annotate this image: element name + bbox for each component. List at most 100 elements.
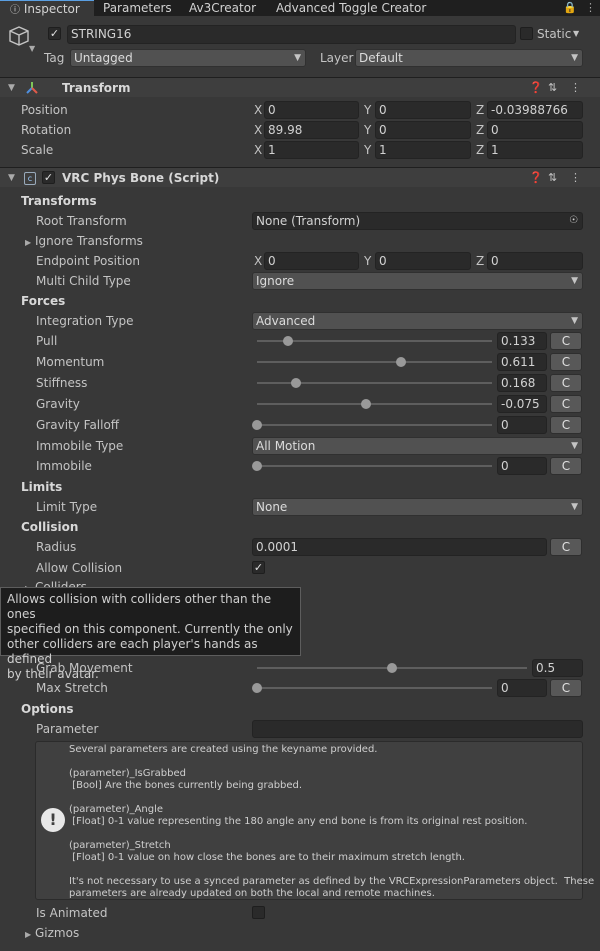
gizmos-foldout[interactable]: ▶ Gizmos xyxy=(25,924,79,942)
root-transform-value: None (Transform) xyxy=(256,214,361,228)
root-transform-field[interactable]: None (Transform) ☉ xyxy=(252,212,583,230)
gravity-falloff-value-field[interactable]: 0 xyxy=(497,416,547,434)
foldout-arrow-icon[interactable]: ▼ xyxy=(8,168,15,188)
object-picker-icon[interactable]: ☉ xyxy=(569,213,578,229)
axis-y-label[interactable]: Y xyxy=(364,141,371,159)
tab-advanced-toggle-creator[interactable]: Advanced Toggle Creator xyxy=(276,0,426,16)
position-x-field[interactable]: 0 xyxy=(264,101,359,119)
scale-y-field[interactable]: 1 xyxy=(375,141,471,159)
stiffness-curve-button[interactable]: C xyxy=(550,374,582,392)
scale-x-field[interactable]: 1 xyxy=(264,141,359,159)
object-name-field[interactable]: STRING16 xyxy=(67,25,516,44)
static-dropdown-arrow[interactable]: ▼ xyxy=(573,29,579,38)
pull-curve-button[interactable]: C xyxy=(550,332,582,350)
physbone-header[interactable]: ▼ c ✓ VRC Phys Bone (Script) ❓ ⇅ ⋮ xyxy=(0,167,600,187)
momentum-slider-track[interactable] xyxy=(257,361,492,363)
presets-icon[interactable]: ⇅ xyxy=(548,168,557,188)
position-label: Position xyxy=(21,103,68,117)
rotation-label: Rotation xyxy=(21,123,72,137)
immobile-curve-button[interactable]: C xyxy=(550,457,582,475)
max-stretch-slider-track[interactable] xyxy=(257,687,492,689)
info-icon: ⓘ xyxy=(10,5,20,16)
immobile-slider-track[interactable] xyxy=(257,465,492,467)
gravity-falloff-slider-track[interactable] xyxy=(257,424,492,426)
multi-child-type-dropdown[interactable]: Ignore ▼ xyxy=(252,272,583,290)
pull-value-field[interactable]: 0.133 xyxy=(497,332,547,350)
axis-z-label[interactable]: Z xyxy=(476,101,484,119)
tab-inspector[interactable]: ⓘ Inspector xyxy=(0,0,94,16)
gravity-curve-button[interactable]: C xyxy=(550,395,582,413)
chevron-down-icon: ▼ xyxy=(571,53,578,63)
tab-av3creator[interactable]: Av3Creator xyxy=(189,0,256,16)
axis-y-label[interactable]: Y xyxy=(364,252,371,270)
chevron-down-icon: ▼ xyxy=(294,53,301,63)
presets-icon[interactable]: ⇅ xyxy=(548,78,557,98)
grab-movement-slider-knob[interactable] xyxy=(387,663,397,673)
axis-x-label[interactable]: X xyxy=(254,101,262,119)
rotation-x-field[interactable]: 89.98 xyxy=(264,121,359,139)
gravity-value-field[interactable]: -0.075 xyxy=(497,395,547,413)
axis-y-label[interactable]: Y xyxy=(364,121,371,139)
help-icon[interactable]: ❓ xyxy=(529,78,543,98)
static-label[interactable]: Static xyxy=(537,25,571,43)
position-y-field[interactable]: 0 xyxy=(375,101,471,119)
rotation-z-field[interactable]: 0 xyxy=(487,121,583,139)
momentum-slider-knob[interactable] xyxy=(395,357,406,367)
endpoint-y-field[interactable]: 0 xyxy=(375,252,471,270)
tag-dropdown[interactable]: Untagged ▼ xyxy=(70,49,306,67)
tab-parameters[interactable]: Parameters xyxy=(103,0,172,16)
stiffness-slider-knob[interactable] xyxy=(291,378,302,388)
parameter-field[interactable] xyxy=(252,720,583,738)
is-animated-checkbox[interactable] xyxy=(252,906,265,919)
momentum-curve-button[interactable]: C xyxy=(550,353,582,371)
axis-z-label[interactable]: Z xyxy=(476,252,484,270)
help-line: [Bool] Are the bones currently being gra… xyxy=(69,780,303,791)
component-enabled-checkbox[interactable]: ✓ xyxy=(42,171,55,184)
grab-movement-value-field[interactable]: 0.5 xyxy=(532,659,583,677)
stiffness-value-field[interactable]: 0.168 xyxy=(497,374,547,392)
limit-type-dropdown[interactable]: None ▼ xyxy=(252,498,583,516)
integration-type-dropdown[interactable]: Advanced ▼ xyxy=(252,312,583,330)
immobile-type-dropdown[interactable]: All Motion ▼ xyxy=(252,437,583,455)
active-checkbox[interactable]: ✓ xyxy=(48,27,61,40)
pull-slider-knob[interactable] xyxy=(283,336,294,346)
gravity-slider-track[interactable] xyxy=(257,403,492,405)
axis-x-label[interactable]: X xyxy=(254,121,262,139)
rotation-y-field[interactable]: 0 xyxy=(375,121,471,139)
allow-collision-checkbox[interactable]: ✓ xyxy=(252,561,265,574)
max-stretch-curve-button[interactable]: C xyxy=(550,679,582,697)
chevron-down-icon: ▼ xyxy=(571,316,578,326)
endpoint-x-field[interactable]: 0 xyxy=(264,252,359,270)
endpoint-z-field[interactable]: 0 xyxy=(487,252,583,270)
scale-z-field[interactable]: 1 xyxy=(487,141,583,159)
position-z-field[interactable]: -0.03988766 xyxy=(487,101,583,119)
gravity-falloff-slider-knob[interactable] xyxy=(252,420,262,430)
lock-icon[interactable]: 🔒 xyxy=(563,1,577,14)
ignore-transforms-foldout[interactable]: ▶ Ignore Transforms xyxy=(25,232,143,250)
layer-dropdown[interactable]: Default ▼ xyxy=(355,49,583,67)
axis-z-label[interactable]: Z xyxy=(476,121,484,139)
momentum-value-field[interactable]: 0.611 xyxy=(497,353,547,371)
chevron-down-icon: ▼ xyxy=(571,276,578,286)
axis-y-label[interactable]: Y xyxy=(364,101,371,119)
static-checkbox[interactable] xyxy=(520,27,533,40)
max-stretch-value-field[interactable]: 0 xyxy=(497,679,547,697)
context-menu-icon[interactable]: ⋮ xyxy=(570,168,581,188)
more-menu-icon[interactable]: ⋮ xyxy=(585,1,596,14)
max-stretch-slider-knob[interactable] xyxy=(252,683,262,693)
immobile-slider-knob[interactable] xyxy=(252,461,262,471)
chevron-down-icon[interactable]: ▼ xyxy=(29,44,35,53)
gravity-slider-knob[interactable] xyxy=(360,399,371,409)
context-menu-icon[interactable]: ⋮ xyxy=(570,78,581,98)
immobile-value-field[interactable]: 0 xyxy=(497,457,547,475)
help-icon[interactable]: ❓ xyxy=(529,168,543,188)
help-line: parameters are already updated on both t… xyxy=(69,888,435,899)
axis-x-label[interactable]: X xyxy=(254,252,262,270)
axis-x-label[interactable]: X xyxy=(254,141,262,159)
axis-z-label[interactable]: Z xyxy=(476,141,484,159)
transform-header[interactable]: ▼ Transform ❓ ⇅ ⋮ xyxy=(0,77,600,97)
radius-curve-button[interactable]: C xyxy=(550,538,582,556)
radius-field[interactable]: 0.0001 xyxy=(252,538,547,556)
foldout-arrow-icon[interactable]: ▼ xyxy=(8,78,15,98)
gravity-falloff-curve-button[interactable]: C xyxy=(550,416,582,434)
